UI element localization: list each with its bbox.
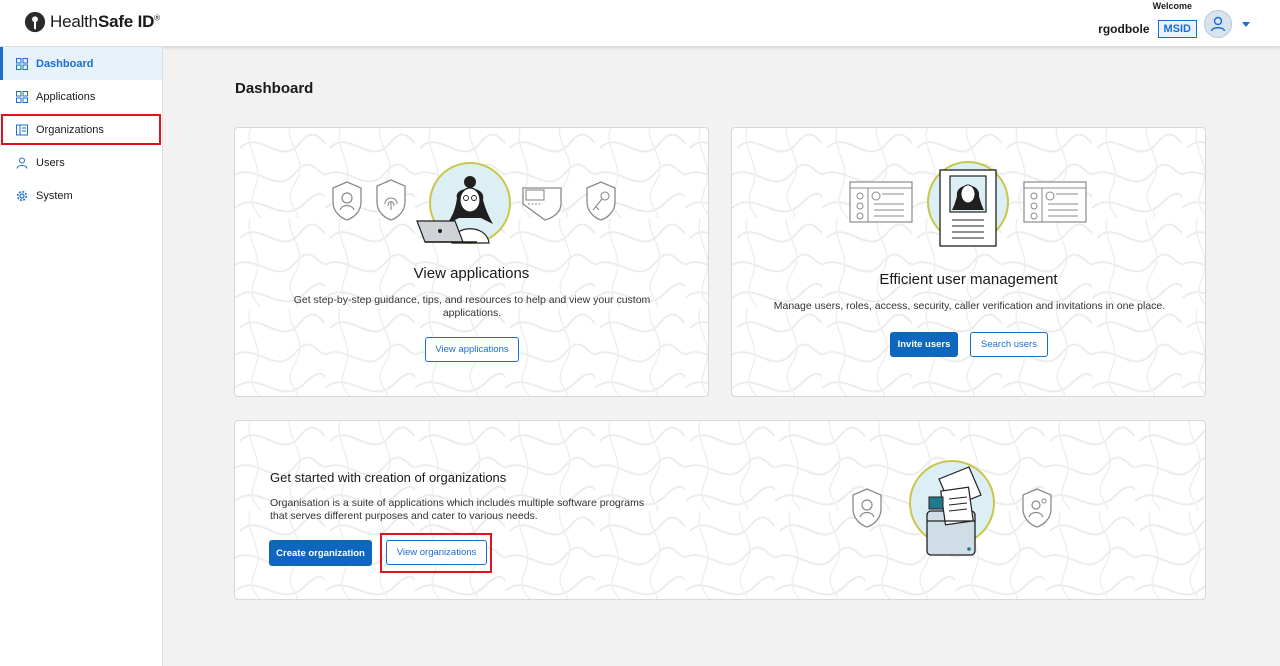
create-organization-button[interactable]: Create organization bbox=[269, 540, 372, 566]
sidebar-item-applications[interactable]: Applications bbox=[0, 80, 162, 113]
organizations-title: Get started with creation of organizatio… bbox=[270, 470, 507, 485]
top-bar: HealthSafe ID® Welcome rgodbole MSID bbox=[0, 0, 1280, 47]
dashboard-icon bbox=[16, 57, 28, 70]
user-avatar-icon bbox=[1210, 16, 1226, 32]
healthsafe-logo[interactable]: HealthSafe ID® bbox=[24, 10, 160, 34]
view-applications-title: View applications bbox=[413, 265, 530, 282]
applications-icon bbox=[16, 90, 28, 103]
sidebar-item-system[interactable]: System bbox=[0, 179, 162, 212]
msid-badge: MSID bbox=[1157, 20, 1197, 38]
gear-icon bbox=[16, 190, 28, 201]
highlight-box-organizations bbox=[1, 114, 161, 145]
sidebar-item-label: Applications bbox=[36, 90, 96, 103]
user-management-description: Manage users, roles, access, security, c… bbox=[773, 300, 1166, 312]
applications-illustration bbox=[332, 162, 616, 244]
view-applications-button[interactable]: View applications bbox=[425, 337, 519, 362]
view-applications-description: Get step-by-step guidance, tips, and res… bbox=[293, 294, 651, 319]
chevron-down-icon[interactable] bbox=[1242, 21, 1250, 27]
search-users-button[interactable]: Search users bbox=[970, 332, 1048, 357]
brand-name: HealthSafe ID® bbox=[50, 12, 160, 31]
sidebar-item-label: Dashboard bbox=[36, 57, 94, 70]
sidebar-item-dashboard[interactable]: Dashboard bbox=[0, 47, 162, 80]
sidebar-item-users[interactable]: Users bbox=[0, 146, 162, 179]
invite-users-button[interactable]: Invite users bbox=[890, 332, 958, 357]
avatar[interactable] bbox=[1204, 10, 1232, 38]
user-menu[interactable]: rgodbole MSID bbox=[1098, 5, 1250, 43]
user-management-title: Efficient user management bbox=[879, 271, 1058, 288]
sidebar-item-label: System bbox=[36, 189, 73, 202]
organizations-card: Get started with creation of organizatio… bbox=[234, 420, 1206, 600]
sidebar: Dashboard Applications Organizations Use… bbox=[0, 47, 163, 666]
shield-logo-icon bbox=[24, 11, 46, 33]
organizations-description: Organisation is a suite of applications … bbox=[270, 497, 645, 522]
user-icon bbox=[16, 157, 28, 169]
user-management-illustration bbox=[849, 161, 1087, 247]
username: rgodbole bbox=[1098, 22, 1150, 36]
page-title: Dashboard bbox=[235, 80, 314, 97]
highlight-box-view-organizations bbox=[380, 533, 492, 573]
view-applications-card: View applications Get step-by-step guida… bbox=[234, 127, 709, 397]
organizations-illustration bbox=[852, 460, 1052, 556]
user-management-card: Efficient user management Manage users, … bbox=[731, 127, 1206, 397]
sidebar-item-label: Users bbox=[36, 156, 65, 169]
